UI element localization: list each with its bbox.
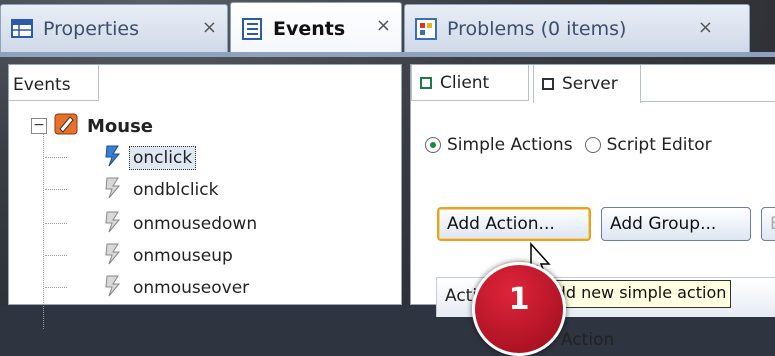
tab-client[interactable]: Client (411, 65, 529, 101)
tab-label: Events (273, 17, 346, 40)
tab-properties[interactable]: Properties × (0, 4, 228, 52)
events-list-icon (241, 17, 263, 40)
tab-underline (0, 52, 775, 57)
tab-strip-line (641, 101, 775, 102)
tree-connector (45, 157, 67, 158)
lightning-icon (103, 176, 123, 205)
lightning-icon (103, 144, 123, 173)
properties-table-icon (11, 18, 33, 40)
actions-panel: Client Server Simple Actions Script Edit… (410, 64, 775, 350)
view-tab-bar: Properties × Events × Problems (0 items)… (0, 0, 775, 57)
event-label: ondblclick (133, 180, 219, 200)
mouse-group-icon (53, 112, 79, 141)
edit-button[interactable]: E (761, 207, 775, 241)
tree-connector (45, 255, 67, 256)
close-icon[interactable]: × (376, 15, 391, 36)
radio-label: Script Editor (606, 135, 712, 155)
mode-selector: Simple Actions Script Editor (425, 135, 712, 155)
tab-server[interactable]: Server (533, 65, 641, 103)
lightning-icon (103, 274, 123, 303)
tree-group-label: Mouse (87, 115, 154, 137)
event-label: onmousedown (133, 214, 258, 234)
tab-problems[interactable]: Problems (0 items) × (404, 4, 750, 52)
problems-icon (415, 17, 437, 40)
event-label: onmouseover (133, 278, 250, 298)
tree-connector (45, 189, 67, 190)
radio-simple-actions[interactable] (425, 137, 441, 153)
tab-label: Properties (43, 17, 140, 40)
lightning-icon (103, 242, 123, 271)
radio-label: Simple Actions (447, 135, 573, 155)
tab-label: Server (562, 74, 618, 94)
close-icon[interactable]: × (698, 17, 713, 38)
lightning-icon (103, 210, 123, 239)
actions-table-row: Action (561, 330, 615, 350)
tab-label: Problems (0 items) (447, 17, 627, 40)
client-icon (420, 76, 432, 89)
tab-label: Client (440, 72, 490, 93)
collapse-icon[interactable]: − (31, 118, 47, 134)
close-icon[interactable]: × (202, 17, 217, 38)
tree-group-mouse[interactable]: − Mouse (31, 111, 153, 141)
event-label: onmouseup (133, 246, 233, 266)
tooltip: Add new simple action (540, 280, 732, 308)
add-action-button[interactable]: Add Action... (437, 207, 591, 241)
step-badge: 1 (472, 262, 566, 356)
event-item-onmouseup[interactable]: onmouseup (103, 241, 233, 271)
events-tree-panel: Events − Mouse onclick ondblclick onmous… (8, 64, 402, 329)
event-item-ondblclick[interactable]: ondblclick (103, 175, 218, 205)
tree-connector (45, 287, 67, 288)
tree-connector (45, 223, 67, 224)
tab-events[interactable]: Events × (230, 2, 402, 54)
events-header: Events (9, 65, 99, 101)
add-group-button[interactable]: Add Group... (601, 207, 751, 241)
server-icon (542, 78, 554, 90)
tree-guide-line (43, 129, 44, 329)
event-item-onclick[interactable]: onclick (103, 143, 197, 173)
event-item-onmouseover[interactable]: onmouseover (103, 273, 249, 303)
radio-script-editor[interactable] (584, 137, 601, 153)
event-item-onmousedown[interactable]: onmousedown (103, 209, 257, 239)
event-label: onclick (129, 146, 197, 170)
